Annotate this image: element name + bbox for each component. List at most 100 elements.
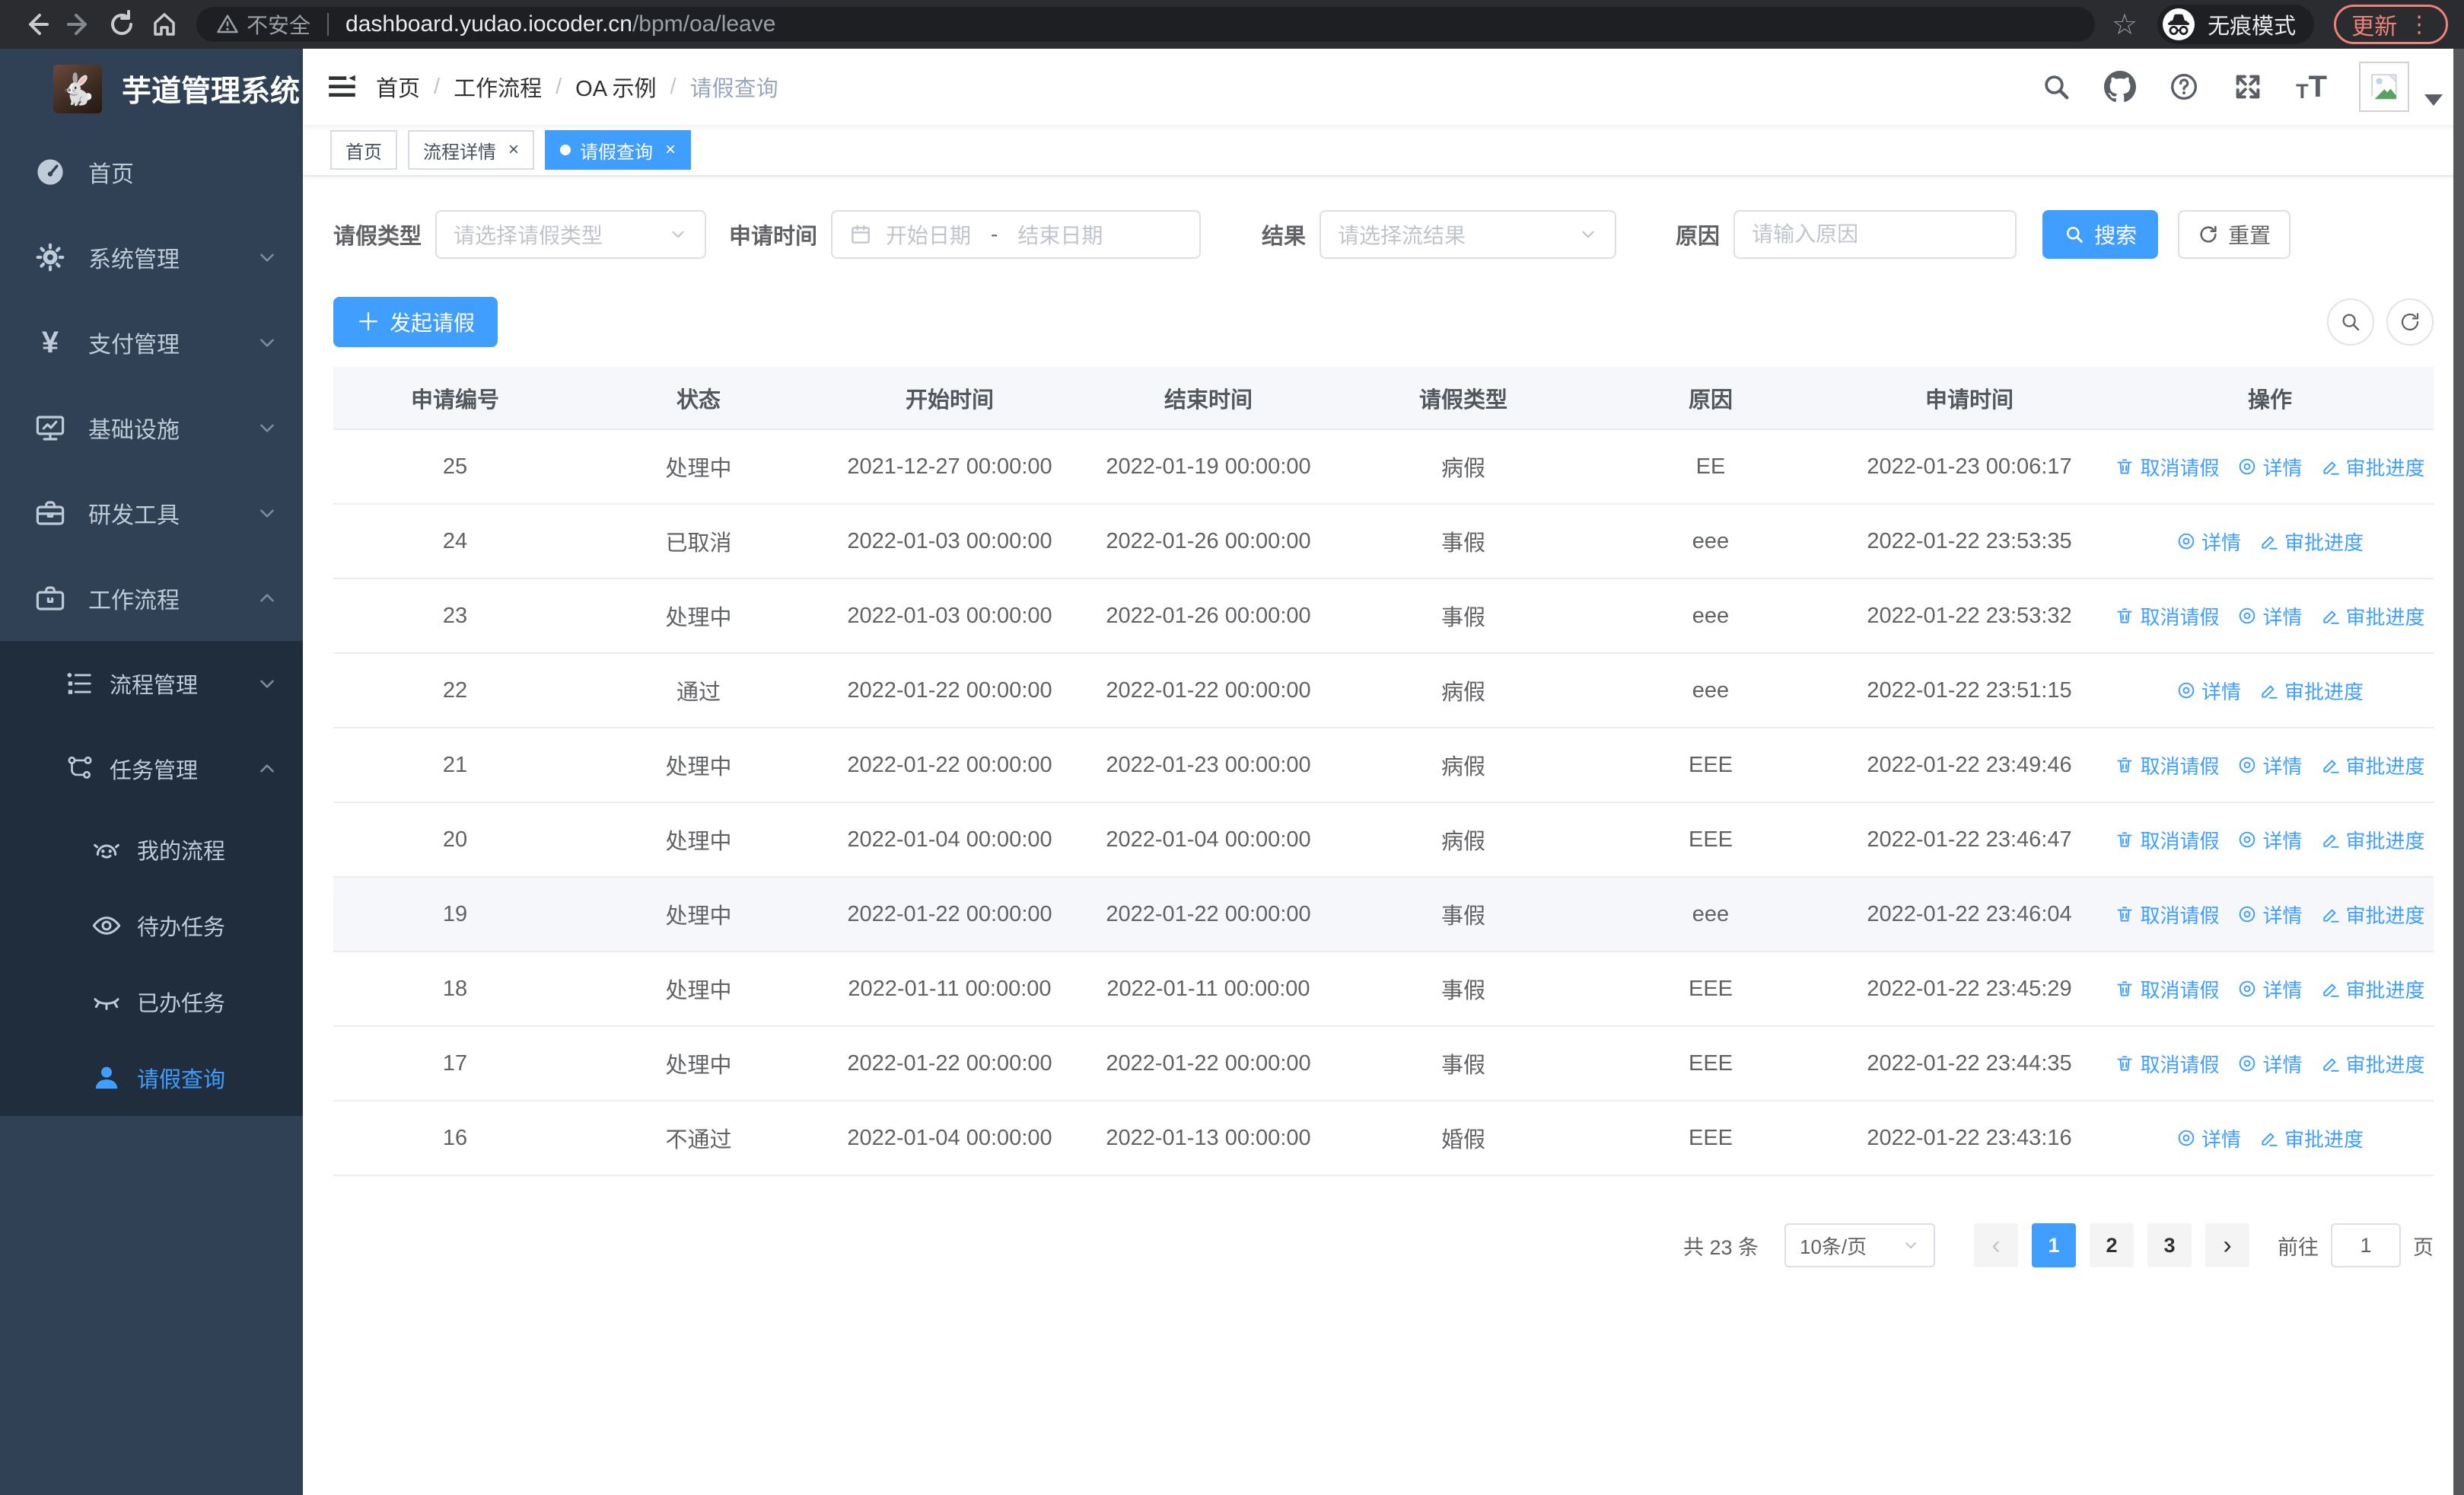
chevron-down-icon	[257, 247, 277, 267]
goto-page-input[interactable]	[2331, 1223, 2401, 1267]
search-button[interactable]: 搜索	[2042, 210, 2159, 259]
total-count: 共 23 条	[1682, 1235, 1759, 1259]
detail-link[interactable]: 详情	[2237, 1050, 2303, 1078]
sidebar-item-payment[interactable]: ¥ 支付管理	[0, 300, 303, 385]
leave-type-select[interactable]: 请选择请假类型	[435, 210, 707, 259]
incognito-badge: 无痕模式	[2157, 5, 2315, 44]
approval-progress-link[interactable]: 审批进度	[2259, 528, 2364, 556]
detail-link[interactable]: 详情	[2237, 975, 2303, 1003]
fullscreen-icon[interactable]	[2232, 71, 2264, 103]
sidebar-logo[interactable]: 🐇 芋道管理系统	[0, 49, 303, 129]
page-button-2[interactable]: 2	[2090, 1223, 2134, 1267]
workflow-submenu: 流程管理 任务管理 我的流程 待办任务 已办任务 请假查询	[0, 641, 303, 1116]
prev-page-button[interactable]: ‹	[1974, 1223, 2018, 1267]
tag-leave-query[interactable]: 请假查询 ×	[545, 130, 692, 170]
close-icon[interactable]: ×	[665, 141, 676, 159]
sidebar-item-leave-query[interactable]: 请假查询	[0, 1040, 303, 1116]
filter-bar: 请假类型 请选择请假类型 申请时间 开始日期 - 结束日期 结果 请选择流结果	[333, 210, 2434, 259]
detail-link[interactable]: 详情	[2176, 1124, 2241, 1152]
not-secure-warning[interactable]: 不安全	[216, 9, 310, 40]
detail-link[interactable]: 详情	[2176, 528, 2241, 556]
col-apply-id: 申请编号	[333, 367, 577, 430]
sidebar-item-infrastructure[interactable]: 基础设施	[0, 385, 303, 470]
close-icon[interactable]: ×	[508, 141, 519, 159]
result-select[interactable]: 请选择流结果	[1320, 210, 1617, 259]
browser-home-icon[interactable]	[143, 3, 186, 46]
cancel-leave-link[interactable]: 取消请假	[2115, 453, 2219, 481]
detail-link[interactable]: 详情	[2237, 751, 2303, 779]
next-page-button[interactable]: ›	[2205, 1223, 2249, 1267]
detail-link[interactable]: 详情	[2237, 901, 2303, 929]
header-search-icon[interactable]	[2040, 71, 2072, 103]
toolbox-icon	[33, 496, 67, 530]
bookmark-star-icon[interactable]: ☆	[2112, 8, 2138, 42]
sidebar-item-dev-tools[interactable]: 研发工具	[0, 470, 303, 556]
breadcrumb-home[interactable]: 首页	[376, 71, 420, 103]
approval-progress-link[interactable]: 审批进度	[2259, 1124, 2364, 1152]
cell-apply-time: 2022-01-22 23:45:29	[1832, 952, 2106, 1027]
browser-update-menu-button[interactable]: 更新 ⋮	[2334, 5, 2449, 44]
font-size-icon[interactable]: TT	[2296, 72, 2327, 102]
cancel-leave-label: 取消请假	[2140, 1053, 2220, 1076]
sidebar-item-todo-tasks[interactable]: 待办任务	[0, 888, 303, 964]
sidebar-collapse-icon[interactable]	[326, 70, 359, 104]
browser-reload-icon[interactable]	[100, 3, 143, 46]
page-button-1[interactable]: 1	[2032, 1223, 2076, 1267]
cell-apply-time: 2022-01-22 23:53:32	[1832, 579, 2106, 654]
approval-progress-link[interactable]: 审批进度	[2321, 1050, 2425, 1078]
sidebar-item-home[interactable]: 首页	[0, 129, 303, 215]
approval-progress-link[interactable]: 审批进度	[2321, 975, 2425, 1003]
approval-progress-link[interactable]: 审批进度	[2321, 826, 2425, 854]
detail-link[interactable]: 详情	[2237, 453, 2303, 481]
cell-end-time: 2022-01-23 00:00:00	[1079, 728, 1338, 803]
approval-progress-link[interactable]: 审批进度	[2321, 602, 2425, 630]
reason-input[interactable]	[1733, 210, 2017, 259]
cell-apply-id: 24	[333, 504, 577, 579]
sidebar-item-task-management[interactable]: 任务管理	[0, 726, 303, 811]
sidebar-item-my-process[interactable]: 我的流程	[0, 811, 303, 888]
user-menu[interactable]	[2359, 62, 2443, 112]
sidebar-item-system[interactable]: 系统管理	[0, 215, 303, 300]
tag-process-detail[interactable]: 流程详情 ×	[408, 130, 535, 170]
detail-link[interactable]: 详情	[2176, 677, 2241, 705]
sidebar-item-process-management[interactable]: 流程管理	[0, 641, 303, 726]
reset-button[interactable]: 重置	[2178, 210, 2291, 259]
breadcrumb-workflow[interactable]: 工作流程	[454, 71, 542, 103]
cancel-leave-link[interactable]: 取消请假	[2115, 826, 2219, 854]
leave-table: 申请编号 状态 开始时间 结束时间 请假类型 原因 申请时间 操作 25 处理中…	[333, 367, 2434, 1176]
detail-link[interactable]: 详情	[2237, 826, 2303, 854]
detail-label: 详情	[2262, 754, 2303, 778]
sidebar-item-done-tasks[interactable]: 已办任务	[0, 964, 303, 1040]
window-scrollbar[interactable]	[2453, 49, 2464, 1495]
approval-progress-link[interactable]: 审批进度	[2321, 901, 2425, 929]
detail-link[interactable]: 详情	[2237, 602, 2303, 630]
chevron-up-icon	[257, 588, 277, 608]
tag-home[interactable]: 首页	[330, 130, 397, 170]
approval-progress-link[interactable]: 审批进度	[2321, 751, 2425, 779]
approval-progress-link[interactable]: 审批进度	[2259, 677, 2364, 705]
cell-start-time: 2022-01-22 00:00:00	[820, 653, 1079, 728]
address-bar[interactable]: 不安全 dashboard.yudao.iocoder.cn/bpm/oa/le…	[196, 7, 2095, 42]
page-size-select[interactable]: 10条/页	[1784, 1223, 1935, 1267]
cancel-leave-link[interactable]: 取消请假	[2115, 1050, 2219, 1078]
tags-view: 首页 流程详情 × 请假查询 ×	[303, 125, 2464, 177]
browser-back-icon[interactable]	[15, 3, 58, 46]
cell-actions: 取消请假 详情 审批进度	[2106, 429, 2434, 505]
cancel-leave-link[interactable]: 取消请假	[2115, 602, 2219, 630]
sidebar-item-workflow[interactable]: 工作流程	[0, 556, 303, 641]
approval-progress-link[interactable]: 审批进度	[2321, 453, 2425, 481]
refresh-table-button[interactable]	[2386, 298, 2434, 346]
col-start-time: 开始时间	[820, 367, 1079, 430]
page-button-3[interactable]: 3	[2147, 1223, 2192, 1267]
cell-status: 处理中	[577, 877, 820, 952]
browser-forward-icon[interactable]	[58, 3, 100, 46]
github-icon[interactable]	[2104, 71, 2137, 103]
cancel-leave-link[interactable]: 取消请假	[2115, 975, 2219, 1003]
cancel-leave-link[interactable]: 取消请假	[2115, 901, 2219, 929]
create-leave-button[interactable]: ＋ 发起请假	[333, 297, 498, 347]
help-icon[interactable]	[2168, 71, 2200, 103]
breadcrumb-oa-example[interactable]: OA 示例	[575, 71, 656, 103]
apply-time-range-picker[interactable]: 开始日期 - 结束日期	[831, 210, 1202, 259]
cancel-leave-link[interactable]: 取消请假	[2115, 751, 2219, 779]
show-search-button[interactable]	[2327, 298, 2374, 346]
